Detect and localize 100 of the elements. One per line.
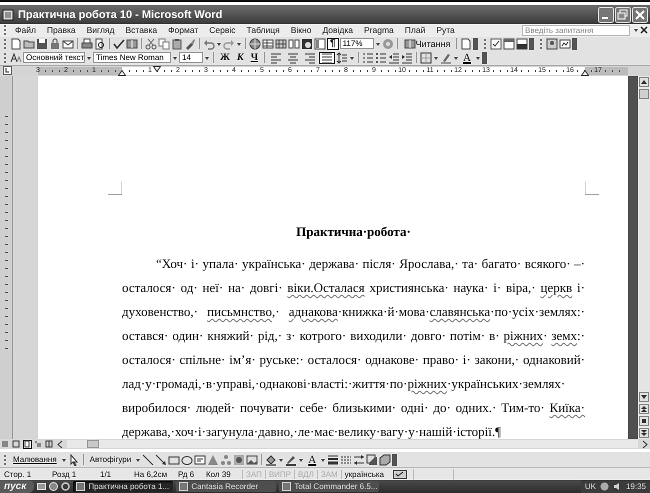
spelling-status-icon[interactable] — [393, 470, 408, 479]
line-icon[interactable] — [142, 454, 154, 466]
window-icon[interactable] — [503, 38, 516, 50]
scroll-right-icon[interactable] — [640, 440, 649, 449]
line-spacing-icon[interactable] — [336, 52, 348, 64]
panel-icon[interactable] — [516, 38, 528, 50]
clip-art-icon[interactable] — [233, 454, 246, 466]
toolbar-options-button[interactable] — [392, 454, 398, 466]
close-icon[interactable] — [640, 26, 648, 34]
minimize-icon[interactable] — [598, 6, 614, 22]
toolbar-options-button[interactable] — [529, 38, 534, 50]
paint-bucket-icon[interactable] — [265, 454, 278, 466]
menu-item[interactable]: Файл — [10, 25, 41, 36]
menu-item[interactable]: Сервіс — [204, 25, 241, 36]
contacts-icon[interactable] — [546, 38, 558, 50]
document-map-icon[interactable] — [314, 38, 326, 50]
checklist-icon[interactable] — [490, 38, 502, 50]
highlighter-icon[interactable] — [440, 52, 452, 64]
print-preview-icon[interactable] — [94, 38, 106, 50]
styles-icon[interactable] — [10, 52, 22, 64]
arrow-icon[interactable] — [155, 454, 168, 466]
browser-icon[interactable] — [61, 482, 70, 491]
next-page-icon[interactable] — [639, 428, 649, 438]
spelling-icon[interactable] — [113, 38, 125, 50]
scroll-thumb[interactable] — [87, 440, 99, 448]
globe-link-icon[interactable] — [249, 38, 261, 50]
taskbar-button[interactable]: Практична робота 1... — [73, 481, 174, 492]
menu-item[interactable]: Правка — [42, 25, 81, 36]
dash-style-icon[interactable] — [340, 454, 352, 466]
rectangle-icon[interactable] — [168, 454, 180, 466]
restore-icon[interactable] — [615, 6, 631, 22]
volume-icon[interactable] — [612, 482, 622, 491]
globe-icon[interactable] — [49, 482, 58, 491]
menu-item[interactable]: Вставка — [120, 25, 162, 36]
right-indent-marker[interactable] — [581, 70, 589, 76]
shadow-icon[interactable] — [366, 454, 378, 466]
font-color-button[interactable]: A — [305, 454, 320, 466]
reading-view-icon[interactable] — [45, 440, 54, 449]
envelope-icon[interactable] — [62, 38, 74, 50]
previous-page-icon[interactable] — [639, 404, 649, 414]
diagram-icon[interactable] — [220, 454, 232, 466]
menu-item[interactable]: Довідка — [317, 25, 358, 36]
autoshapes-menu-button[interactable]: Автофігури — [86, 454, 134, 466]
zoom-field[interactable]: 117% — [340, 38, 374, 50]
hanging-indent-marker[interactable] — [118, 70, 126, 76]
outline-view-icon[interactable] — [34, 440, 43, 449]
menu-item[interactable]: Вигляд — [82, 25, 120, 36]
columns-icon[interactable] — [288, 38, 300, 50]
language-indicator[interactable]: UK — [584, 482, 596, 491]
numbered-list-icon[interactable] — [362, 52, 374, 64]
folder-icon[interactable] — [23, 38, 35, 50]
increase-indent-icon[interactable] — [401, 52, 414, 64]
scroll-thumb[interactable] — [639, 88, 649, 99]
desktop-icon[interactable] — [37, 482, 46, 491]
font-color-button[interactable]: A — [460, 52, 474, 64]
undo-icon[interactable] — [203, 38, 215, 50]
font-dropdown[interactable]: Times New Roman — [93, 52, 171, 64]
text-box-icon[interactable] — [194, 454, 206, 466]
decrease-indent-icon[interactable] — [388, 52, 400, 64]
printer-icon[interactable] — [81, 38, 93, 50]
line-color-icon[interactable] — [285, 454, 298, 466]
menu-item[interactable]: Плай — [400, 25, 430, 36]
menu-item[interactable]: Рута — [431, 25, 460, 36]
grid-icon[interactable] — [275, 38, 287, 50]
italic-button[interactable]: К — [234, 52, 247, 64]
web-view-icon[interactable] — [12, 440, 21, 449]
help-search-field[interactable]: Введіть запитання — [522, 24, 630, 36]
underline-button[interactable]: Ч — [248, 52, 262, 64]
copy-icon[interactable] — [158, 38, 170, 50]
formatting-marks-button[interactable]: ¶ — [327, 38, 339, 50]
image-icon[interactable] — [246, 454, 258, 466]
taskbar-button[interactable]: Total Commander 6.5... — [279, 481, 380, 492]
screen-icon[interactable] — [559, 38, 572, 50]
network-icon[interactable] — [600, 482, 609, 491]
shapes-icon[interactable] — [301, 38, 313, 50]
browse-object-icon[interactable] — [639, 416, 649, 426]
scroll-left-icon[interactable] — [56, 440, 65, 449]
scroll-up-icon[interactable] — [639, 76, 649, 87]
clipboard-icon[interactable] — [171, 38, 183, 50]
drawing-menu-button[interactable]: Малювання — [10, 454, 60, 466]
line-style-icon[interactable] — [327, 454, 340, 466]
normal-view-icon[interactable] — [1, 440, 10, 449]
menu-item[interactable]: Вікно — [286, 25, 316, 36]
scroll-down-icon[interactable] — [639, 392, 649, 402]
document-icon[interactable] — [10, 38, 22, 50]
menu-item[interactable]: Формат — [163, 25, 204, 36]
book-icon[interactable] — [126, 38, 138, 50]
toolbar-options-button[interactable] — [482, 52, 487, 64]
style-dropdown[interactable]: Основний текст — [23, 52, 85, 64]
tab-selector-icon[interactable] — [3, 66, 12, 75]
toolbar-options-button[interactable] — [572, 38, 578, 50]
menu-item[interactable]: Таблиця — [242, 25, 285, 36]
table-icon[interactable] — [262, 38, 274, 50]
bold-button[interactable]: Ж — [217, 52, 233, 64]
pointer-icon[interactable] — [68, 454, 80, 466]
save-icon[interactable] — [36, 38, 48, 50]
toolbar-options-button[interactable] — [473, 38, 478, 50]
print-layout-icon[interactable] — [23, 440, 32, 449]
brush-icon[interactable] — [184, 38, 196, 50]
menu-item[interactable]: Pragma — [359, 25, 399, 36]
